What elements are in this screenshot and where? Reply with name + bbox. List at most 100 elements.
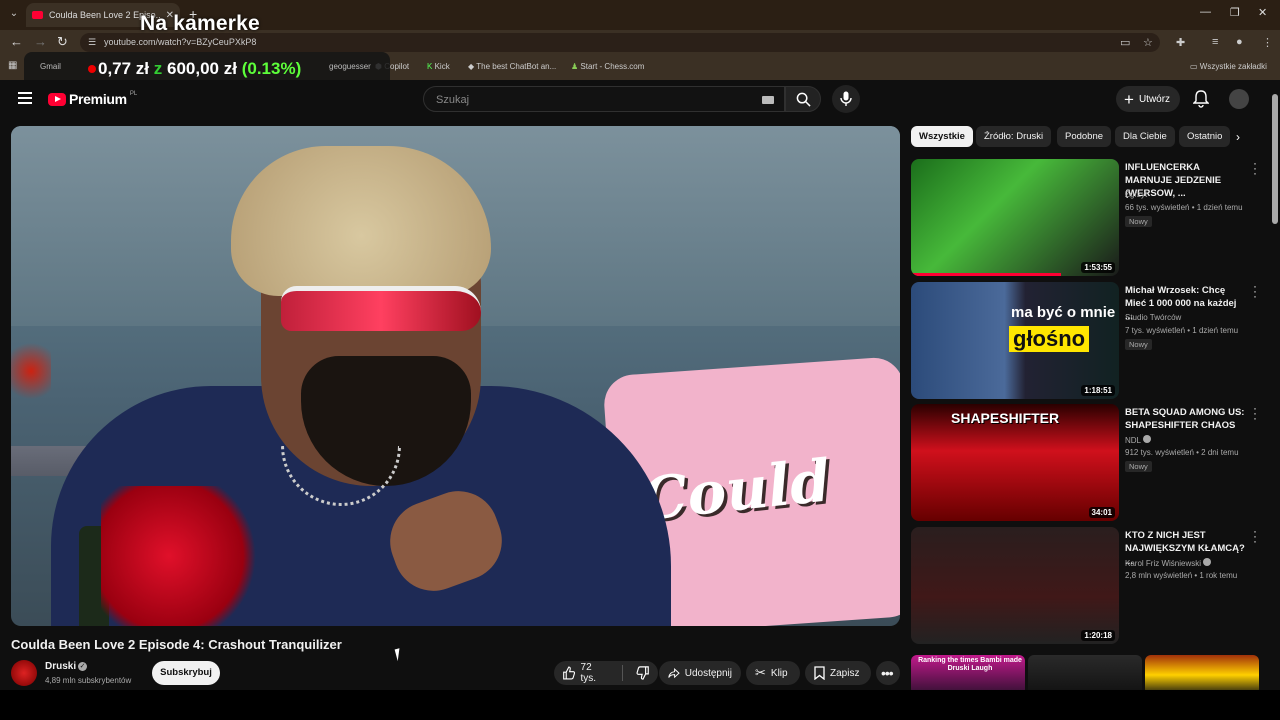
- profile-icon[interactable]: ●: [1236, 36, 1243, 48]
- bookmark-gmail[interactable]: Gmail: [40, 62, 61, 71]
- recommendation-channel[interactable]: Studio Twórców: [1125, 313, 1181, 322]
- recommendation-meta: 66 tys. wyświetleń • 1 dzień temu: [1125, 203, 1243, 212]
- recommendation-item[interactable]: ma być o mnie głośno 1:18:51 Michał Wrzo…: [911, 280, 1261, 400]
- thumbnail-caption: ma być o mnie: [1011, 304, 1116, 321]
- cast-icon[interactable]: ▭: [1120, 36, 1130, 49]
- recommendation-item[interactable]: SHAPESHIFTER 34:01 BETA SQUAD AMONG US: …: [911, 402, 1261, 522]
- hamburger-menu-icon[interactable]: [18, 92, 32, 104]
- more-options-icon[interactable]: · · ·: [1251, 280, 1259, 302]
- youtube-header: Premium PL Szukaj + Utwórz: [0, 80, 1270, 120]
- video-title: Coulda Been Love 2 Episode 4: Crashout T…: [11, 637, 342, 652]
- subscriber-count: 4,89 mln subskrybentów: [45, 676, 132, 685]
- recommendation-title[interactable]: BETA SQUAD AMONG US: SHAPESHIFTER CHAOS: [1125, 406, 1245, 432]
- search-input[interactable]: Szukaj: [423, 86, 785, 112]
- video-duration: 1:20:18: [1081, 630, 1115, 641]
- roses: [101, 486, 271, 626]
- bookmark-kick[interactable]: K Kick: [427, 62, 450, 71]
- thumbs-down-icon: [636, 666, 649, 680]
- share-button[interactable]: Udostępnij: [659, 661, 741, 685]
- recommendation-item[interactable]: 1:53:55 INFLUENCERKA MARNUJE JEDZENIE (W…: [911, 157, 1261, 277]
- notifications-bell-icon[interactable]: [1192, 90, 1210, 111]
- bookmark-star-icon[interactable]: ☆: [1143, 36, 1153, 49]
- create-button[interactable]: + Utwórz: [1116, 86, 1180, 112]
- video-thumbnail[interactable]: SHAPESHIFTER 34:01: [911, 404, 1119, 521]
- keyboard-icon[interactable]: [762, 96, 774, 104]
- verified-badge-icon: [1203, 558, 1212, 566]
- bookmark-geoguesser[interactable]: geoguesser: [329, 62, 371, 71]
- recommendation-channel[interactable]: Karol Friz Wiśniewski: [1125, 558, 1212, 568]
- forward-icon[interactable]: →: [34, 34, 47, 49]
- short-thumbnail[interactable]: [1145, 655, 1259, 695]
- recommendation-meta: 2,8 mln wyświetleń • 1 rok temu: [1125, 571, 1238, 580]
- recommendation-meta: 912 tys. wyświetleń • 2 dni temu: [1125, 448, 1239, 457]
- plus-icon: +: [1124, 89, 1134, 109]
- youtube-logo[interactable]: Premium PL: [48, 91, 137, 107]
- bookmark-chatbot[interactable]: ◆ The best ChatBot an...: [468, 62, 556, 71]
- page-scrollbar[interactable]: [1270, 80, 1280, 690]
- recommendation-channel[interactable]: NDL: [1125, 435, 1151, 445]
- youtube-play-icon: [48, 92, 66, 106]
- recommendation-meta: 7 tys. wyświetleń • 1 dzień temu: [1125, 326, 1239, 335]
- extensions-icon[interactable]: ✚: [1176, 36, 1185, 49]
- video-thumbnail[interactable]: 1:53:55: [911, 159, 1119, 276]
- apps-icon[interactable]: ▦: [8, 60, 17, 71]
- channel-avatar[interactable]: [11, 660, 37, 686]
- record-dot-icon: [88, 65, 96, 73]
- url-text: youtube.com/watch?v=BZyCeuPXkP8: [104, 37, 257, 47]
- subscribe-button[interactable]: Subskrybuj: [152, 661, 220, 685]
- media-icon[interactable]: ≡: [1212, 36, 1218, 48]
- more-options-icon[interactable]: · · ·: [1251, 402, 1259, 424]
- filter-chips: Wszystkie Źródło: Druski Podobne Dla Cie…: [911, 126, 1231, 148]
- save-button[interactable]: Zapisz: [805, 661, 871, 685]
- recommendation-item[interactable]: 1:20:18 KTO Z NICH JEST NAJWIĘKSZYM KŁAM…: [911, 525, 1261, 645]
- more-actions-icon[interactable]: •••: [876, 661, 900, 685]
- youtube-favicon-icon: [32, 11, 43, 19]
- more-options-icon[interactable]: · · ·: [1251, 157, 1259, 179]
- short-thumbnail[interactable]: [1028, 655, 1142, 695]
- thumbs-up-icon: [563, 666, 576, 680]
- chip-recent[interactable]: Ostatnio: [1179, 126, 1231, 147]
- account-avatar[interactable]: [1229, 89, 1249, 109]
- channel-name[interactable]: Druski: [45, 661, 76, 672]
- voice-search-button[interactable]: [832, 85, 860, 113]
- back-icon[interactable]: ←: [10, 34, 23, 49]
- tab-search-icon[interactable]: ⌄: [6, 6, 22, 22]
- person-hair: [231, 146, 491, 296]
- video-thumbnail[interactable]: ma być o mnie głośno 1:18:51: [911, 282, 1119, 399]
- short-thumbnail[interactable]: Ranking the times Bambi made Druski Laug…: [911, 655, 1025, 695]
- browser-menu-icon[interactable]: ⋮: [1262, 36, 1273, 49]
- share-icon: [668, 667, 680, 678]
- video-player[interactable]: Could: [11, 126, 900, 626]
- recommendation-channel[interactable]: Zgrzyt: [1125, 190, 1147, 199]
- thumbnail-caption: SHAPESHIFTER: [951, 410, 1060, 426]
- mouse-cursor-icon: [394, 646, 408, 662]
- stream-overlay-title: Na kamerke: [140, 12, 260, 35]
- chip-for-you[interactable]: Dla Ciebie: [1115, 126, 1175, 147]
- chip-similar[interactable]: Podobne: [1057, 126, 1112, 147]
- more-options-icon[interactable]: · · ·: [1251, 525, 1259, 547]
- chevron-right-icon[interactable]: ›: [1236, 130, 1240, 144]
- video-duration: 1:53:55: [1081, 262, 1115, 273]
- clip-button[interactable]: ✂ Klip: [746, 661, 800, 685]
- all-bookmarks[interactable]: ▭ Wszystkie zakładki: [1190, 62, 1267, 71]
- site-info-icon[interactable]: ☰: [88, 37, 96, 48]
- chip-all[interactable]: Wszystkie: [911, 126, 973, 147]
- minimize-icon[interactable]: —: [1200, 6, 1211, 18]
- like-button[interactable]: 72 tys.: [554, 661, 617, 685]
- bookmark-chess[interactable]: ♟ Start - Chess.com: [571, 62, 644, 71]
- price-ticker-text: 0,77 zł z 600,00 zł (0.13%): [98, 59, 302, 78]
- scissors-icon: ✂: [755, 665, 766, 680]
- chip-source[interactable]: Źródło: Druski: [976, 126, 1052, 147]
- search-button[interactable]: [785, 86, 821, 112]
- video-thumbnail[interactable]: 1:20:18: [911, 527, 1119, 644]
- microphone-icon: [840, 91, 852, 106]
- like-dislike-group: 72 tys.: [554, 661, 658, 685]
- maximize-icon[interactable]: ❐: [1230, 6, 1240, 19]
- close-window-icon[interactable]: ✕: [1258, 6, 1267, 19]
- dislike-button[interactable]: [628, 661, 658, 685]
- scrollbar-thumb[interactable]: [1272, 94, 1278, 224]
- reload-icon[interactable]: ↻: [57, 34, 68, 50]
- bookmark-icon: [814, 666, 825, 680]
- watch-progress-bar: [911, 273, 1061, 276]
- video-duration: 34:01: [1088, 507, 1115, 518]
